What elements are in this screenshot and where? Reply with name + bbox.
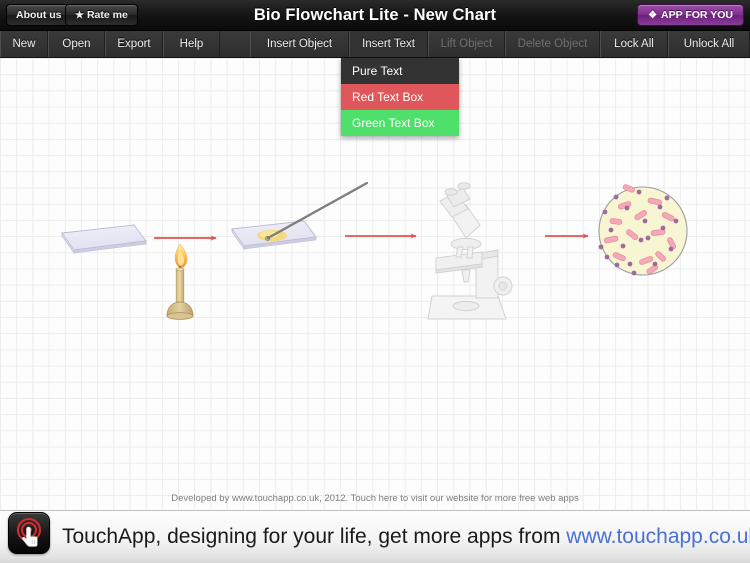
menu-new-label: New: [12, 38, 36, 50]
menu-help-label: Help: [179, 38, 204, 50]
menu-lock-all-label: Lock All: [614, 38, 654, 50]
sparkle-icon: ❖: [648, 9, 658, 21]
menu-lift-object-label: Lift Object: [440, 38, 493, 50]
about-us-button[interactable]: About us: [6, 4, 72, 26]
menu-lock-all[interactable]: Lock All: [600, 31, 668, 57]
menu-insert-text-label: Insert Text: [362, 38, 415, 50]
menu-delete-object: Delete Object: [505, 31, 600, 57]
menu-new[interactable]: New: [0, 31, 48, 57]
menu-insert-text[interactable]: Insert Text: [349, 31, 428, 57]
menu-bar: New Open Export Help Insert Object Insert Tex…: [0, 31, 750, 58]
microscope-field-view-graphic: [598, 184, 688, 276]
menu-export-label: Export: [117, 38, 151, 50]
menu-open-label: Open: [62, 38, 91, 50]
menu-insert-object-label: Insert Object: [266, 38, 333, 50]
dropdown-item-red-text-box[interactable]: Red Text Box: [341, 84, 459, 110]
touch-ripple-icon: [8, 512, 50, 554]
menu-insert-object[interactable]: Insert Object: [250, 31, 349, 57]
footer-tagline: TouchApp, designing for your life, get m…: [62, 525, 567, 548]
rate-me-button[interactable]: ★ Rate me: [65, 4, 138, 26]
footer-website-link[interactable]: www.touchapp.co.uk: [566, 525, 750, 548]
app-for-you-label: APP FOR YOU: [661, 9, 733, 21]
footer-text[interactable]: TouchApp, designing for your life, get m…: [62, 510, 750, 563]
menu-unlock-all-label: Unlock All: [683, 38, 735, 50]
menu-help[interactable]: Help: [163, 31, 220, 57]
menu-unlock-all[interactable]: Unlock All: [668, 31, 750, 57]
lit-candle-graphic: [166, 243, 194, 320]
menu-delete-object-label: Delete Object: [517, 38, 588, 50]
rate-me-label: Rate me: [86, 9, 128, 21]
dropdown-item-pure-text[interactable]: Pure Text: [341, 58, 459, 84]
title-bar: Bio Flowchart Lite - New Chart About us …: [0, 0, 750, 31]
app-for-you-button[interactable]: ❖ APP FOR YOU: [637, 4, 744, 26]
menu-export[interactable]: Export: [105, 31, 163, 57]
microscope-graphic: [427, 182, 513, 320]
dropdown-item-green-text-box[interactable]: Green Text Box: [341, 110, 459, 136]
inoculating-loop-graphic: [265, 181, 369, 241]
menu-lift-object: Lift Object: [428, 31, 505, 57]
menu-open[interactable]: Open: [48, 31, 105, 57]
star-icon: ★: [75, 9, 84, 21]
application-window: Bio Flowchart Lite - New Chart About us …: [0, 0, 750, 563]
developer-note[interactable]: Developed by www.touchapp.co.uk, 2012. T…: [0, 493, 750, 504]
insert-text-dropdown[interactable]: Pure Text Red Text Box Green Text Box: [341, 58, 459, 136]
glass-slide-blank-graphic: [61, 224, 147, 254]
